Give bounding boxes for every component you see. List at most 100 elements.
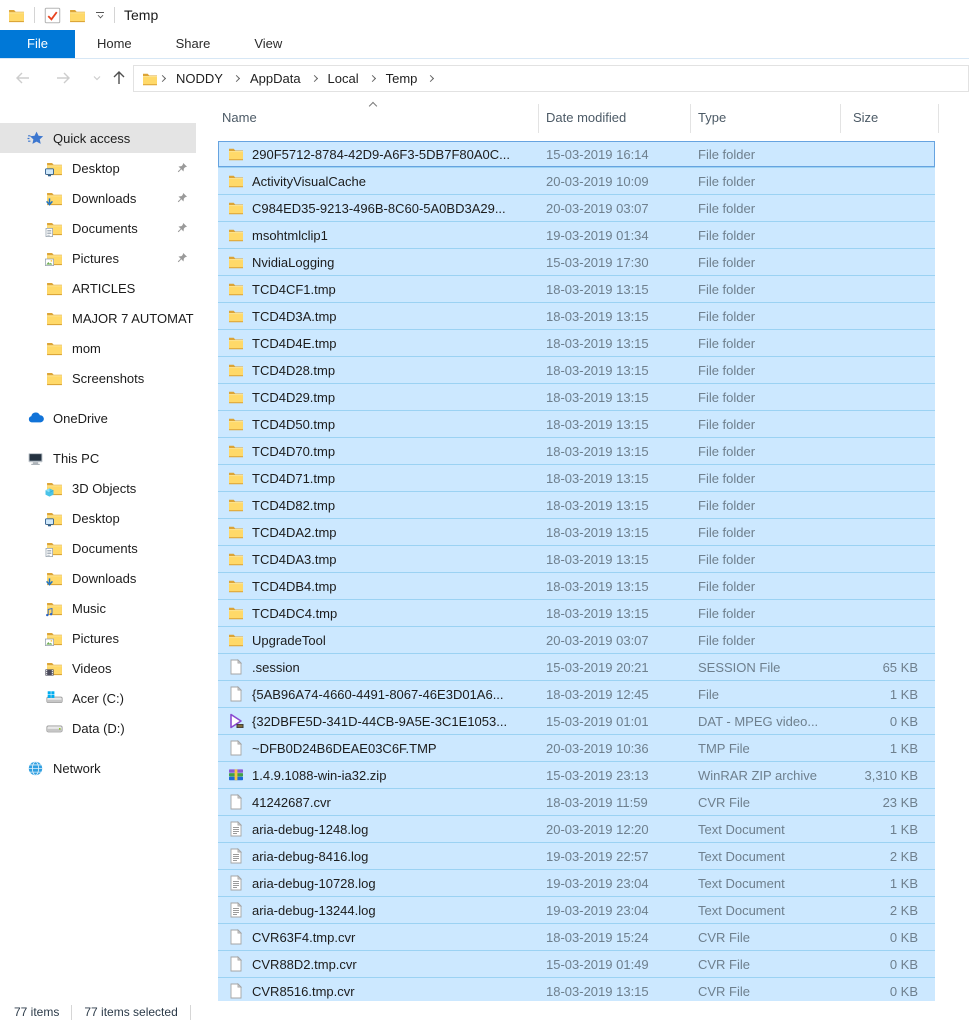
sidebar-item-music[interactable]: Music <box>0 593 210 623</box>
tab-share[interactable]: Share <box>154 30 233 58</box>
tab-file[interactable]: File <box>0 30 75 58</box>
file-row[interactable]: TCD4DB4.tmp 18-03-2019 13:15 File folder <box>218 573 935 600</box>
title-bar: Temp <box>0 0 969 30</box>
file-size: 0 KB <box>889 983 918 999</box>
file-row[interactable]: TCD4D82.tmp 18-03-2019 13:15 File folder <box>218 492 935 519</box>
file-date-modified: 18-03-2019 13:15 <box>546 470 649 486</box>
file-row[interactable]: aria-debug-8416.log 19-03-2019 22:57 Text … <box>218 843 935 870</box>
file-row[interactable]: TCD4D71.tmp 18-03-2019 13:15 File folder <box>218 465 935 492</box>
file-row[interactable]: ActivityVisualCache 20-03-2019 10:09 File … <box>218 168 935 195</box>
file-row[interactable]: TCD4D29.tmp 18-03-2019 13:15 File folder <box>218 384 935 411</box>
file-name: TCD4DB4.tmp <box>252 578 337 594</box>
breadcrumb-segment[interactable]: Temp <box>377 71 427 86</box>
new-folder-icon[interactable] <box>69 7 86 24</box>
file-row[interactable]: ~DFB0D24B6DEAE03C6F.TMP 20-03-2019 10:36 T… <box>218 735 935 762</box>
sidebar-item-mom[interactable]: mom <box>0 333 210 363</box>
sidebar-item-screenshots[interactable]: Screenshots <box>0 363 210 393</box>
file-name: TCD4D71.tmp <box>252 470 336 486</box>
file-row[interactable]: TCD4D28.tmp 18-03-2019 13:15 File folder <box>218 357 935 384</box>
file-row[interactable]: NvidiaLogging 15-03-2019 17:30 File folder <box>218 249 935 276</box>
file-name: NvidiaLogging <box>252 254 335 270</box>
file-row[interactable]: TCD4DA3.tmp 18-03-2019 13:15 File folder <box>218 546 935 573</box>
file-name: 290F5712-8784-42D9-A6F3-5DB7F80A0C... <box>252 146 510 162</box>
sidebar-item-downloads[interactable]: Downloads <box>0 563 210 593</box>
forward-button[interactable] <box>52 68 74 88</box>
customize-quick-access-toolbar-caret[interactable] <box>95 12 105 19</box>
back-button[interactable] <box>12 68 34 88</box>
sidebar-item-onedrive[interactable]: OneDrive <box>0 403 210 433</box>
properties-checkmark-icon[interactable] <box>44 7 61 24</box>
file-row[interactable]: 1.4.9.1088-win-ia32.zip 15-03-2019 23:13 W… <box>218 762 935 789</box>
breadcrumb-segment[interactable]: Local <box>319 71 368 86</box>
up-button[interactable] <box>108 68 130 88</box>
file-row[interactable]: aria-debug-1248.log 20-03-2019 12:20 Text … <box>218 816 935 843</box>
sidebar-item-pictures[interactable]: Pictures <box>0 623 210 653</box>
breadcrumb-chevron-icon[interactable] <box>427 74 435 83</box>
file-row[interactable]: {5AB96A74-4660-4491-8067-46E3D01A6... 18-… <box>218 681 935 708</box>
sidebar-item-videos[interactable]: Videos <box>0 653 210 683</box>
sidebar-item-desktop[interactable]: Desktop <box>0 503 210 533</box>
file-row[interactable]: 290F5712-8784-42D9-A6F3-5DB7F80A0C... 15-… <box>218 141 935 168</box>
file-row[interactable]: CVR88D2.tmp.cvr 15-03-2019 01:49 CVR File 0… <box>218 951 935 978</box>
file-row[interactable]: CVR63F4.tmp.cvr 18-03-2019 15:24 CVR File 0… <box>218 924 935 951</box>
sidebar-item-downloads[interactable]: Downloads <box>0 183 210 213</box>
column-separator[interactable] <box>690 104 691 133</box>
breadcrumb-segment[interactable]: AppData <box>241 71 310 86</box>
column-header-name[interactable]: Name <box>222 110 257 125</box>
file-row[interactable]: CVR8516.tmp.cvr 18-03-2019 13:15 CVR File 0… <box>218 978 935 1001</box>
folder-icon <box>228 227 244 243</box>
sidebar-item-this-pc[interactable]: This PC <box>0 443 210 473</box>
recent-locations-caret[interactable] <box>86 68 108 88</box>
tab-home[interactable]: Home <box>75 30 154 58</box>
selected-items-count: 77 items selected <box>84 1005 178 1019</box>
file-type: File folder <box>698 200 756 216</box>
file-row[interactable]: C984ED35-9213-496B-8C60-5A0BD3A29... 20-0… <box>218 195 935 222</box>
file-icon <box>228 929 244 945</box>
breadcrumb-chevron-icon[interactable] <box>368 74 376 83</box>
file-row[interactable]: TCD4D3A.tmp 18-03-2019 13:15 File folder <box>218 303 935 330</box>
file-row[interactable]: TCD4D50.tmp 18-03-2019 13:15 File folder <box>218 411 935 438</box>
sidebar-item-3d-objects[interactable]: 3D Objects <box>0 473 210 503</box>
folder-documents-icon <box>45 220 63 237</box>
file-row[interactable]: {32DBFE5D-341D-44CB-9A5E-3C1E1053... 15-0… <box>218 708 935 735</box>
sidebar-item-label: Music <box>72 600 106 616</box>
folder-music-icon <box>46 600 63 617</box>
file-row[interactable]: msohtmlclip1 19-03-2019 01:34 File folder <box>218 222 935 249</box>
file-row[interactable]: TCD4D4E.tmp 18-03-2019 13:15 File folder <box>218 330 935 357</box>
column-separator[interactable] <box>538 104 539 133</box>
file-row[interactable]: TCD4CF1.tmp 18-03-2019 13:15 File folder <box>218 276 935 303</box>
sidebar-item-articles[interactable]: ARTICLES <box>0 273 210 303</box>
file-row[interactable]: .session 15-03-2019 20:21 SESSION File 65 K… <box>218 654 935 681</box>
column-header-size[interactable]: Size <box>853 110 878 125</box>
address-bar[interactable]: NODDY AppData Local Temp <box>133 65 969 92</box>
sidebar-item-documents[interactable]: Documents <box>0 213 210 243</box>
column-header-date-modified[interactable]: Date modified <box>546 110 626 125</box>
file-row[interactable]: TCD4DA2.tmp 18-03-2019 13:15 File folder <box>218 519 935 546</box>
breadcrumb-segment[interactable]: NODDY <box>167 71 232 86</box>
sidebar-item-acer-c-[interactable]: Acer (C:) <box>0 683 210 713</box>
file-row[interactable]: TCD4DC4.tmp 18-03-2019 13:15 File folder <box>218 600 935 627</box>
file-date-modified: 18-03-2019 13:15 <box>546 389 649 405</box>
file-row[interactable]: 41242687.cvr 18-03-2019 11:59 CVR File 23 K… <box>218 789 935 816</box>
sidebar-item-major-7-automat[interactable]: MAJOR 7 AUTOMAT <box>0 303 210 333</box>
breadcrumb-chevron-icon[interactable] <box>232 74 240 83</box>
folder-icon <box>228 200 244 216</box>
breadcrumb-chevron-icon[interactable] <box>310 74 318 83</box>
sidebar-item-data-d-[interactable]: Data (D:) <box>0 713 210 743</box>
file-row[interactable]: TCD4D70.tmp 18-03-2019 13:15 File folder <box>218 438 935 465</box>
file-row[interactable]: aria-debug-10728.log 19-03-2019 23:04 Text… <box>218 870 935 897</box>
file-name: aria-debug-10728.log <box>252 875 376 891</box>
sidebar-item-quick-access[interactable]: Quick access <box>0 123 196 153</box>
file-row[interactable]: aria-debug-13244.log 19-03-2019 23:04 Text… <box>218 897 935 924</box>
sidebar-item-pictures[interactable]: Pictures <box>0 243 210 273</box>
statusbar-divider <box>189 1004 191 1020</box>
tab-view[interactable]: View <box>232 30 304 58</box>
media-icon <box>228 713 244 729</box>
column-header-type[interactable]: Type <box>698 110 726 125</box>
sidebar-item-network[interactable]: Network <box>0 753 210 783</box>
column-separator[interactable] <box>840 104 841 133</box>
sidebar-item-desktop[interactable]: Desktop <box>0 153 210 183</box>
file-row[interactable]: UpgradeTool 20-03-2019 03:07 File folder <box>218 627 935 654</box>
column-separator[interactable] <box>938 104 939 133</box>
sidebar-item-documents[interactable]: Documents <box>0 533 210 563</box>
